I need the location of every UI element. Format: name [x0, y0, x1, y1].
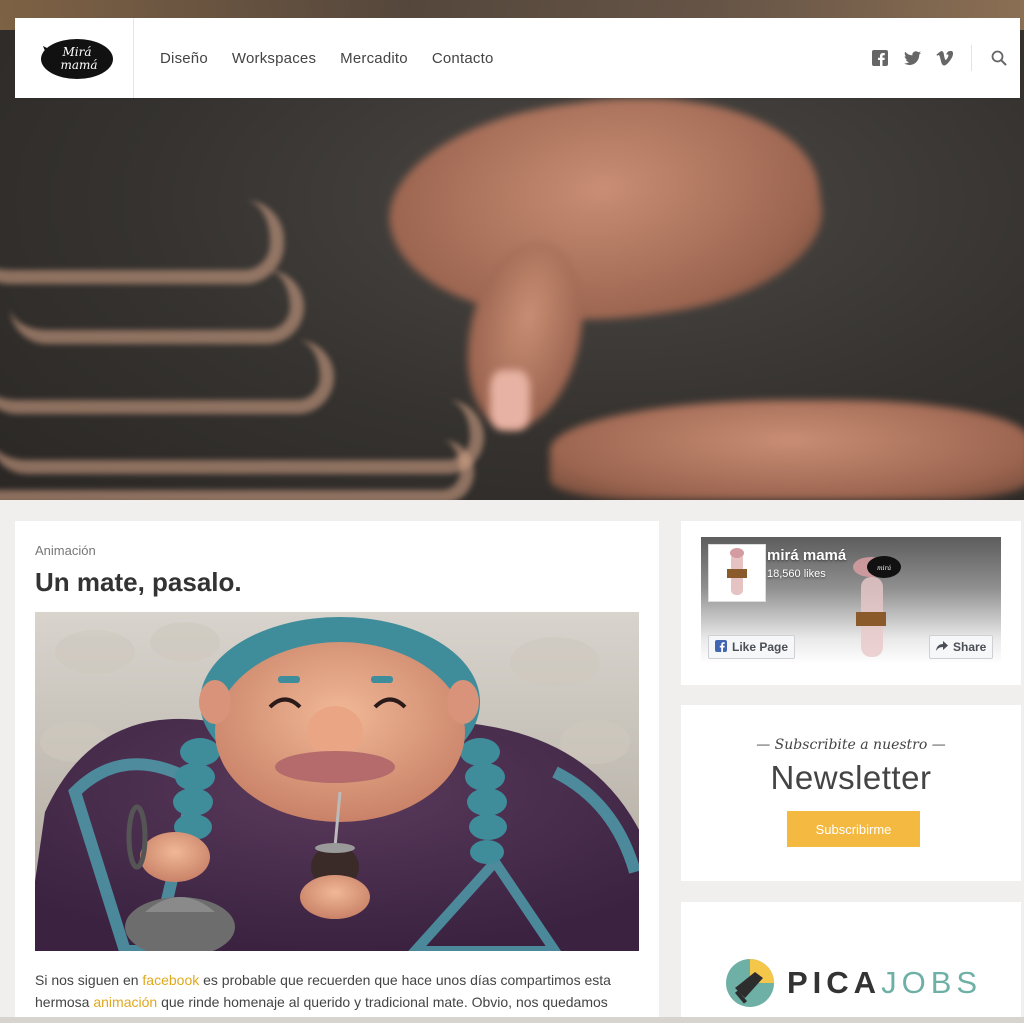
picajobs-brand-jobs: JOBS: [881, 965, 983, 1000]
vimeo-icon[interactable]: [935, 49, 953, 67]
nav-item-mercadito[interactable]: Mercadito: [340, 50, 408, 67]
newsletter-subtitle: — Subscribite a nuestro —: [756, 737, 946, 753]
share-label: Share: [953, 640, 987, 654]
logo[interactable]: Mirá mamá: [15, 18, 134, 98]
newsletter-title: Newsletter: [770, 759, 932, 796]
facebook-icon[interactable]: [871, 49, 889, 67]
bottom-scroll-edge: [0, 1017, 1024, 1023]
facebook-page-name[interactable]: mirá mamá: [767, 547, 846, 564]
post-excerpt: Si nos siguen en facebook es probable qu…: [35, 969, 639, 1013]
facebook-icon: [715, 639, 727, 655]
svg-text:mamá: mamá: [60, 58, 97, 72]
nav-item-workspaces[interactable]: Workspaces: [232, 50, 316, 67]
hand-lower: [550, 400, 1024, 500]
post-category[interactable]: Animación: [35, 543, 96, 558]
facebook-link[interactable]: facebook: [142, 972, 199, 988]
svg-text:Mirá: Mirá: [61, 45, 91, 59]
search-icon[interactable]: [990, 49, 1008, 67]
sponsor-widget: PICAJOBS: [681, 902, 1021, 1023]
facebook-share-button[interactable]: Share: [929, 635, 994, 659]
facebook-widget: mirá mirá mamá 18,560 likes Like Page Sh…: [681, 521, 1021, 685]
picajobs-emblem-icon: [726, 959, 774, 1007]
top-navigation-bar: Mirá mamá Diseño Workspaces Mercadito Co…: [15, 18, 1020, 98]
facebook-page-plugin[interactable]: mirá mirá mamá 18,560 likes Like Page Sh…: [701, 537, 1001, 664]
nav-item-diseno[interactable]: Diseño: [160, 50, 208, 67]
hand-upper: [376, 71, 834, 349]
chalk-stroke: [0, 440, 474, 500]
newsletter-widget: — Subscribite a nuestro — Newsletter Sub…: [681, 705, 1021, 881]
nav-item-contacto[interactable]: Contacto: [432, 50, 494, 67]
share-icon: [936, 640, 948, 654]
animacion-link[interactable]: animación: [93, 994, 157, 1010]
picajobs-wordmark: PICAJOBS: [787, 965, 982, 1001]
picajobs-brand-pica: PICA: [787, 965, 882, 1000]
facebook-page-avatar[interactable]: [708, 544, 766, 602]
twitter-icon[interactable]: [903, 49, 921, 67]
mate-character-illustration: [35, 617, 639, 951]
subscribe-button[interactable]: Subscribirme: [787, 811, 920, 847]
like-page-label: Like Page: [732, 640, 789, 654]
facebook-like-count: 18,560 likes: [767, 568, 826, 580]
chalk-stroke: [10, 270, 304, 344]
post-featured-image[interactable]: [35, 612, 639, 951]
picajobs-logo[interactable]: PICAJOBS: [725, 958, 982, 1008]
logo-speech-bubble: Mirá mamá: [41, 39, 113, 79]
post-card: Animación Un mate, pasalo. Si nos siguen…: [15, 521, 659, 1023]
excerpt-text: que rinde homenaje al querido y tradicio…: [157, 994, 608, 1010]
excerpt-text: Si nos siguen en: [35, 972, 143, 988]
excerpt-text: hermosa: [35, 994, 94, 1010]
facebook-like-page-button[interactable]: Like Page: [708, 635, 796, 659]
main-nav: Diseño Workspaces Mercadito Contacto: [160, 50, 517, 67]
chalk-piece: [490, 370, 530, 430]
excerpt-text: es probable que recuerden que hace unos …: [199, 972, 611, 988]
social-links: [871, 45, 1020, 71]
header-divider: [971, 45, 972, 71]
svg-text:mirá: mirá: [877, 565, 891, 572]
post-title[interactable]: Un mate, pasalo.: [35, 567, 242, 598]
